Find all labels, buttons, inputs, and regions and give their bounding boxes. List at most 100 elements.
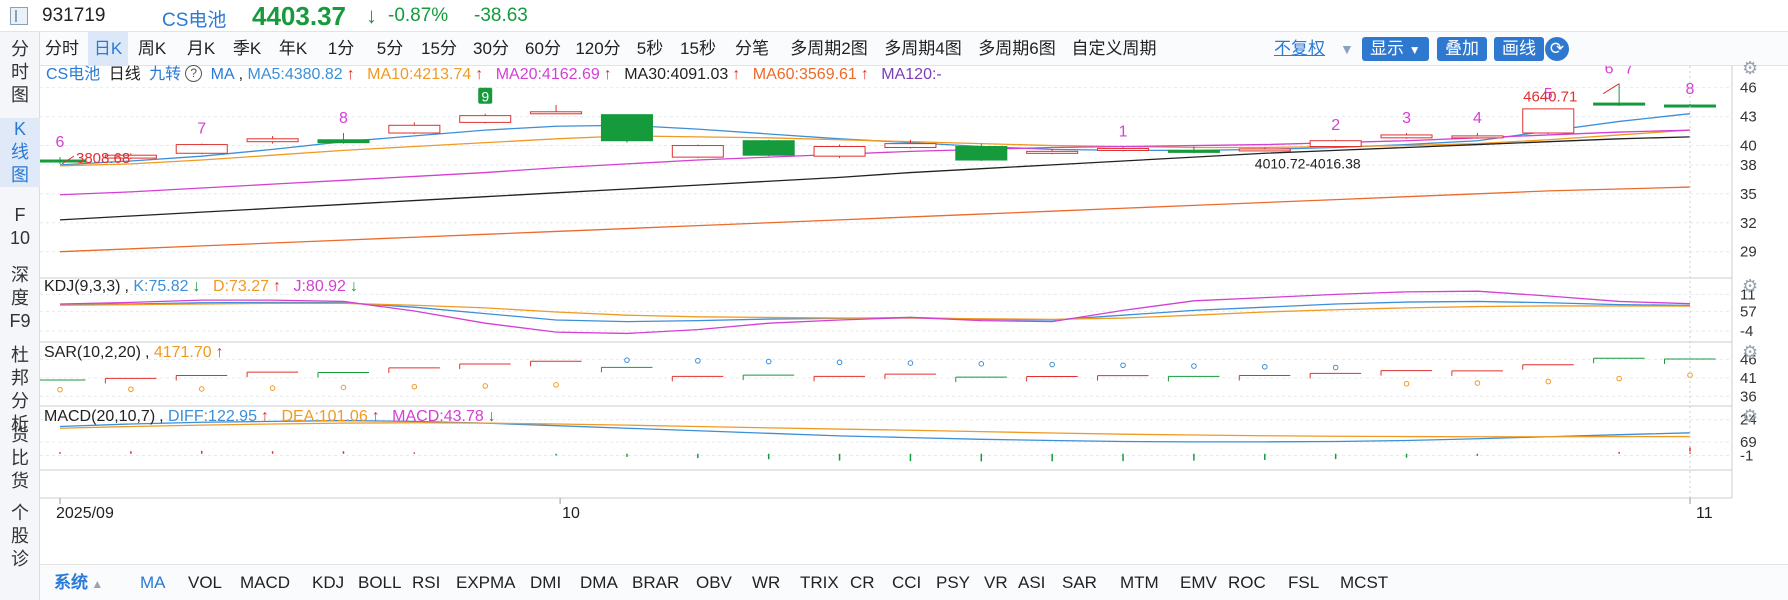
sar-dot bbox=[198, 386, 205, 392]
low-annotation: 3808.68 bbox=[76, 150, 130, 167]
legend-nine-turn[interactable]: 九转 bbox=[149, 66, 181, 83]
ma30-line bbox=[59, 136, 1691, 221]
indicator-17[interactable]: VR bbox=[984, 565, 1008, 600]
sar-settings-gear-icon[interactable]: ⚙ bbox=[1742, 342, 1758, 363]
adjust-dropdown-icon[interactable]: ▼ bbox=[1340, 37, 1354, 61]
nine-turn-label: 9 bbox=[481, 89, 489, 105]
indicator-19[interactable]: SAR bbox=[1062, 565, 1097, 600]
legend-ma10: MA10:4213.74 ↑ bbox=[367, 66, 487, 83]
indicator-18[interactable]: ASI bbox=[1018, 565, 1045, 600]
candle-body bbox=[671, 145, 724, 158]
sar-dot bbox=[269, 385, 276, 391]
ma10-line bbox=[59, 129, 1691, 167]
indicator-label: DMI bbox=[530, 573, 562, 592]
tab-period-18[interactable]: 自定义周期 bbox=[1066, 32, 1162, 66]
indicator-11[interactable]: OBV bbox=[696, 565, 732, 600]
draw-button[interactable]: 画线 bbox=[1494, 37, 1544, 61]
main-legend: CS电池 日线 九转? MA, MA5:4380.82 ↑ MA10:4213.7… bbox=[46, 65, 942, 83]
refresh-icon[interactable]: ⟳ bbox=[1545, 37, 1569, 61]
chart-area[interactable]: 46 43 40 38 35 32 29 6 7 8 9 1 2 3 4 5 6 7 8 3808.68 4640.71… bbox=[33, 58, 1788, 564]
indicator-label: VOL bbox=[188, 573, 223, 592]
y-tick-label: 46 bbox=[1740, 80, 1757, 97]
indicator-label: PSY bbox=[936, 573, 971, 592]
candle-body bbox=[600, 114, 653, 142]
display-button[interactable]: 显示 ▼ bbox=[1362, 37, 1429, 61]
sidebar-toggle-icon[interactable] bbox=[10, 7, 28, 25]
candle-body bbox=[1380, 134, 1433, 139]
indicator-1[interactable]: MA bbox=[140, 565, 166, 600]
indicator-10[interactable]: BRAR bbox=[632, 565, 679, 600]
indicator-toolbar: 系统 ▲ MA VOL MACD KDJ BOLL RSI EXPMA DMI DMA BRAR OB… bbox=[40, 564, 1788, 600]
help-icon[interactable]: ? bbox=[185, 65, 203, 82]
legend-ma30-value: MA30:4091.03 bbox=[624, 66, 729, 83]
ma20-line bbox=[59, 129, 1691, 196]
indicator-label: BRAR bbox=[632, 573, 680, 592]
indicator-21[interactable]: EMV bbox=[1180, 565, 1217, 600]
sar-dot bbox=[907, 360, 914, 366]
y-tick-label: 35 bbox=[1740, 186, 1757, 203]
indicator-9[interactable]: DMA bbox=[580, 565, 618, 600]
sidebar-item-char: 股 bbox=[11, 526, 29, 546]
indicator-14[interactable]: CR bbox=[850, 565, 875, 600]
indicator-7[interactable]: EXPMA bbox=[456, 565, 516, 600]
indicator-15[interactable]: CCI bbox=[892, 565, 921, 600]
indicator-0[interactable]: 系统 ▲ bbox=[54, 565, 103, 600]
sidebar-item-5[interactable]: 货比货 bbox=[0, 424, 40, 493]
stock-code: 931719 bbox=[42, 5, 106, 26]
legend-ma5: MA5:4380.82 ↑ bbox=[248, 66, 359, 83]
stock-name[interactable]: CS电池 bbox=[162, 5, 226, 32]
sidebar-item-char: 诊 bbox=[11, 549, 29, 569]
indicator-2[interactable]: VOL bbox=[188, 565, 222, 600]
overlay-button[interactable]: 叠加 bbox=[1437, 37, 1487, 61]
adjust-select[interactable]: 不复权 bbox=[1274, 37, 1325, 61]
sar-dot bbox=[1474, 380, 1481, 386]
candle-body bbox=[742, 140, 795, 156]
sidebar-item-char: 深 bbox=[11, 265, 29, 285]
sidebar-item-1[interactable]: K线图 bbox=[0, 118, 40, 187]
indicator-3[interactable]: MACD bbox=[240, 565, 290, 600]
x-tick-label: 2025/09 bbox=[56, 505, 114, 522]
candle-body bbox=[530, 111, 583, 115]
indicator-6[interactable]: RSI bbox=[412, 565, 440, 600]
legend-ma10-value: MA10:4213.74 bbox=[367, 66, 472, 83]
kdj-k: K:75.82 ↓ bbox=[133, 278, 204, 295]
indicator-5[interactable]: BOLL bbox=[358, 565, 401, 600]
indicator-8[interactable]: DMI bbox=[530, 565, 561, 600]
nine-turn-label: 2 bbox=[1331, 117, 1340, 134]
nine-turn-label: 7 bbox=[1625, 66, 1634, 78]
sidebar-item-6[interactable]: 个股诊 bbox=[0, 502, 40, 571]
sidebar-item-2[interactable]: F 10 bbox=[0, 204, 40, 250]
kdj-k-value: K:75.82 bbox=[133, 278, 189, 295]
sidebar-item-char: 线 bbox=[11, 142, 29, 162]
indicator-22[interactable]: ROC bbox=[1228, 565, 1266, 600]
sidebar-item-3[interactable]: 深度 F9 bbox=[0, 264, 40, 333]
sidebar-item-4[interactable]: 杜邦分析 bbox=[0, 344, 40, 436]
indicator-4[interactable]: KDJ bbox=[312, 565, 344, 600]
macd-macd: MACD:43.78 ↓ bbox=[392, 408, 500, 425]
indicator-23[interactable]: FSL bbox=[1288, 565, 1319, 600]
sar-value: 4171.70 ↑ bbox=[154, 344, 228, 361]
candle-body bbox=[246, 138, 299, 143]
sar-dot bbox=[340, 384, 347, 391]
kline-chart[interactable]: 4643403835322967891 2 3 456 783808.684640.71… bbox=[33, 61, 1788, 564]
kdj-settings-gear-icon[interactable]: ⚙ bbox=[1742, 276, 1758, 297]
kdj-d: D:73.27 ↑ bbox=[213, 278, 285, 295]
indicator-label: CR bbox=[850, 573, 875, 592]
sar-dot bbox=[765, 358, 772, 365]
indicator-label: ASI bbox=[1018, 573, 1046, 592]
tab-period-17[interactable]: 多周期6图 bbox=[972, 32, 1062, 66]
sidebar-item-0[interactable]: 分时图 bbox=[0, 38, 40, 107]
main-settings-gear-icon[interactable]: ⚙ bbox=[1742, 58, 1758, 79]
kdj-y-tick: -4 bbox=[1740, 323, 1753, 340]
candle-body bbox=[175, 144, 228, 154]
candle-body bbox=[955, 146, 1008, 161]
sar-dot bbox=[695, 358, 701, 364]
indicator-12[interactable]: WR bbox=[752, 565, 780, 600]
indicator-24[interactable]: MCST bbox=[1340, 565, 1388, 600]
indicator-20[interactable]: MTM bbox=[1120, 565, 1159, 600]
indicator-13[interactable]: TRIX bbox=[800, 565, 839, 600]
kdj-j: J:80.92 ↓ bbox=[293, 278, 361, 295]
sidebar-item-char: K bbox=[13, 119, 26, 139]
indicator-16[interactable]: PSY bbox=[936, 565, 970, 600]
macd-settings-gear-icon[interactable]: ⚙ bbox=[1742, 406, 1758, 427]
